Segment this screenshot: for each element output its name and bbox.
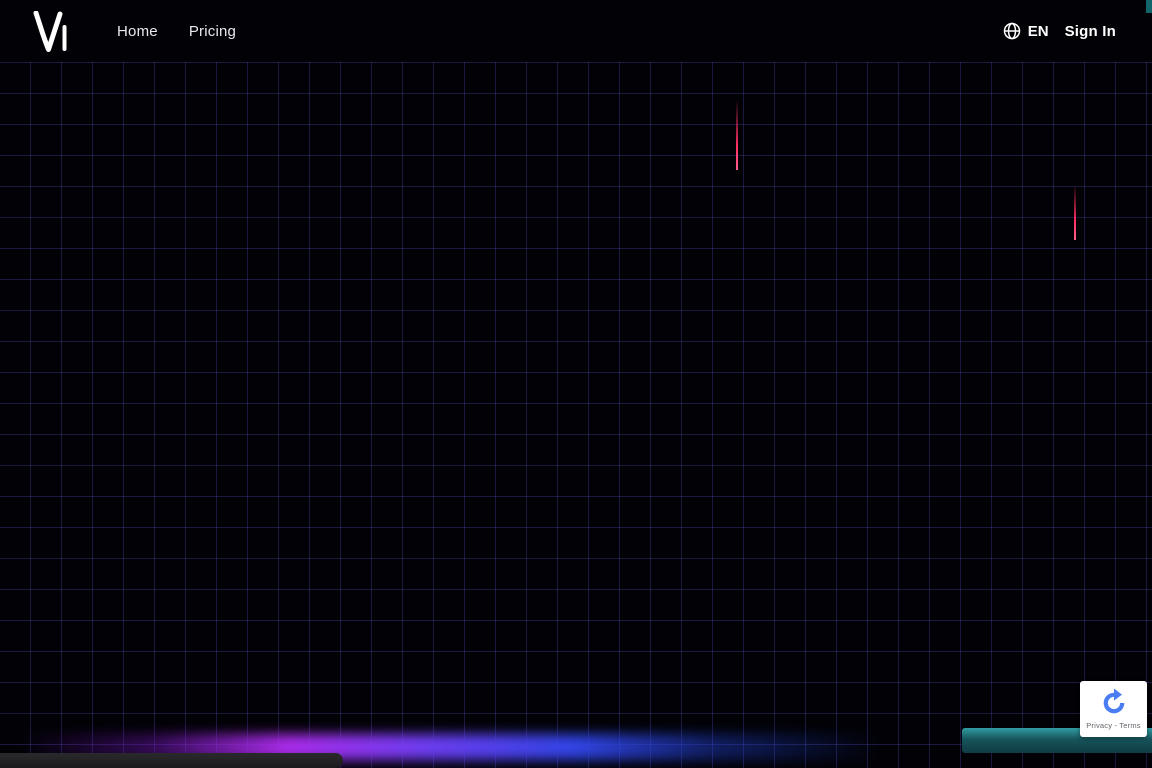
bottom-progress-bar: [0, 753, 343, 768]
globe-icon: [1002, 21, 1022, 41]
corner-accent: [1146, 0, 1152, 13]
header-actions: EN Sign In: [1002, 21, 1116, 41]
recaptcha-privacy-terms-links[interactable]: Privacy - Terms: [1086, 721, 1141, 730]
grid-background: [0, 62, 1152, 768]
nav-item-home[interactable]: Home: [117, 23, 158, 40]
language-code: EN: [1027, 22, 1049, 40]
nav-item-pricing[interactable]: Pricing: [189, 23, 236, 40]
grid-beam-accent: [736, 100, 738, 170]
sign-in-button[interactable]: Sign In: [1065, 23, 1116, 40]
main-nav: Home Pricing: [117, 23, 236, 40]
language-selector[interactable]: EN: [1002, 21, 1049, 41]
brand-logo-icon: [33, 10, 67, 52]
recaptcha-swirl-icon: [1099, 688, 1129, 718]
top-navigation: Home Pricing EN Sign In: [0, 0, 1152, 62]
brand-logo[interactable]: [33, 10, 69, 52]
grid-beam-accent: [1074, 185, 1076, 240]
recaptcha-badge[interactable]: Privacy - Terms: [1080, 681, 1147, 737]
